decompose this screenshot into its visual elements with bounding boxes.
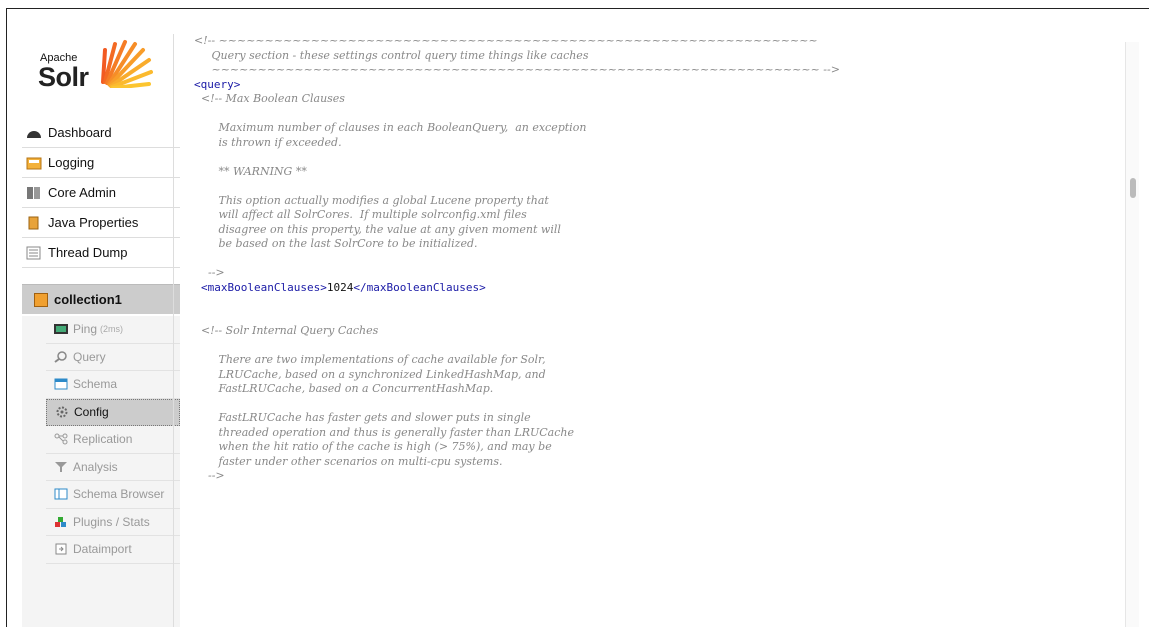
code-line: threaded operation and thus is generally… <box>194 425 574 439</box>
nav-label: Thread Dump <box>48 245 128 260</box>
code-value: 1024 <box>326 280 354 294</box>
subnav-config[interactable]: Config <box>46 398 180 426</box>
code-tag: <query> <box>194 77 241 91</box>
thread-dump-icon <box>26 246 42 260</box>
subnav-analysis[interactable]: Analysis <box>46 454 180 481</box>
nav-logging[interactable]: Logging <box>22 148 180 178</box>
code-line: Maximum number of clauses in each Boolea… <box>194 121 587 134</box>
subnav-dataimport[interactable]: Dataimport <box>46 536 180 564</box>
code-line: LRUCache, based on a synchronized Linked… <box>194 367 546 381</box>
subnav-query[interactable]: Query <box>46 344 180 371</box>
dataimport-icon <box>54 543 68 555</box>
code-tag: </maxBooleanClauses> <box>353 280 486 294</box>
replication-icon <box>54 433 68 445</box>
code-line: when the hit ratio of the cache is high … <box>194 440 552 453</box>
subnav-label: Schema <box>73 377 118 392</box>
solrconfig-code: <!-- ~~~~~~~~~~~~~~~~~~~~~~~~~~~~~~~~~~~… <box>194 34 840 484</box>
code-line: Query section - these settings control q… <box>194 48 589 62</box>
subnav-ping[interactable]: Ping (2ms) <box>46 316 180 344</box>
schema-browser-icon <box>54 488 68 500</box>
subnav-label: Config <box>74 405 109 420</box>
logo-solr-text: Solr <box>38 62 89 92</box>
java-properties-icon <box>26 216 42 230</box>
subnav-schema-browser[interactable]: Schema Browser <box>46 481 180 509</box>
sidebar: Apache Solr Dashboard Logging Core Admin… <box>22 28 180 627</box>
core-selector[interactable]: collection1 <box>22 284 180 314</box>
core-admin-icon <box>26 186 42 200</box>
code-line: <!-- ~~~~~~~~~~~~~~~~~~~~~~~~~~~~~~~~~~~… <box>194 34 818 47</box>
logging-icon <box>26 156 42 170</box>
code-line: ~~~~~~~~~~~~~~~~~~~~~~~~~~~~~~~~~~~~~~~~… <box>194 63 840 76</box>
code-line: FastLRUCache has faster gets and slower … <box>194 411 531 424</box>
code-line: There are two implementations of cache a… <box>194 353 546 366</box>
nav-label: Dashboard <box>48 125 112 140</box>
code-line: <!-- Max Boolean Clauses <box>194 92 345 105</box>
code-line: is thrown if exceeded. <box>194 135 342 149</box>
sun-logo-icon <box>101 40 153 88</box>
ping-icon <box>54 323 68 335</box>
vertical-scrollbar[interactable] <box>1125 42 1139 627</box>
subnav-schema[interactable]: Schema <box>46 371 180 399</box>
subnav-label: Ping <box>73 322 98 337</box>
scrollbar-thumb[interactable] <box>1130 178 1136 198</box>
filter-icon <box>54 461 68 473</box>
nav-label: Java Properties <box>48 215 139 230</box>
nav-java-properties[interactable]: Java Properties <box>22 208 180 238</box>
dashboard-icon <box>26 126 42 140</box>
code-line: ** WARNING ** <box>194 164 307 178</box>
code-line: FastLRUCache, based on a ConcurrentHashM… <box>194 382 494 395</box>
solr-logo[interactable]: Apache Solr <box>38 32 160 92</box>
subnav-label: Analysis <box>73 459 118 474</box>
gear-icon <box>55 406 69 418</box>
main-nav: Dashboard Logging Core Admin Java Proper… <box>22 118 180 268</box>
config-viewer: <!-- ~~~~~~~~~~~~~~~~~~~~~~~~~~~~~~~~~~~… <box>173 34 1127 627</box>
code-tag: <maxBooleanClauses> <box>201 280 327 294</box>
nav-core-admin[interactable]: Core Admin <box>22 178 180 208</box>
subnav-label: Replication <box>73 432 133 447</box>
plugins-icon <box>54 516 68 528</box>
code-line: faster under other scenarios on multi-cp… <box>194 454 503 468</box>
subnav-label: Dataimport <box>73 542 132 557</box>
nav-label: Logging <box>48 155 95 170</box>
nav-dashboard[interactable]: Dashboard <box>22 118 180 148</box>
code-line: will affect all SolrCores. If multiple s… <box>194 208 527 221</box>
core-label: collection1 <box>54 292 122 307</box>
nav-label: Core Admin <box>48 185 116 200</box>
core-icon <box>34 292 48 307</box>
core-subnav: Ping (2ms) Query Schema Config Replicatio… <box>22 316 180 627</box>
ping-time: (2ms) <box>100 324 124 335</box>
subnav-label: Plugins / Stats <box>73 514 150 529</box>
query-icon <box>54 351 68 363</box>
code-line: disagree on this property, the value at … <box>194 222 561 236</box>
code-line: --> <box>194 469 225 482</box>
subnav-label: Schema Browser <box>73 487 165 502</box>
code-line: This option actually modifies a global L… <box>194 193 549 207</box>
nav-thread-dump[interactable]: Thread Dump <box>22 238 180 268</box>
code-line: be based on the last SolrCore to be init… <box>194 237 478 250</box>
code-line: --> <box>194 266 225 279</box>
subnav-plugins-stats[interactable]: Plugins / Stats <box>46 509 180 536</box>
subnav-replication[interactable]: Replication <box>46 426 180 454</box>
schema-icon <box>54 378 68 390</box>
subnav-label: Query <box>73 349 106 364</box>
code-line: <!-- Solr Internal Query Caches <box>194 324 379 337</box>
